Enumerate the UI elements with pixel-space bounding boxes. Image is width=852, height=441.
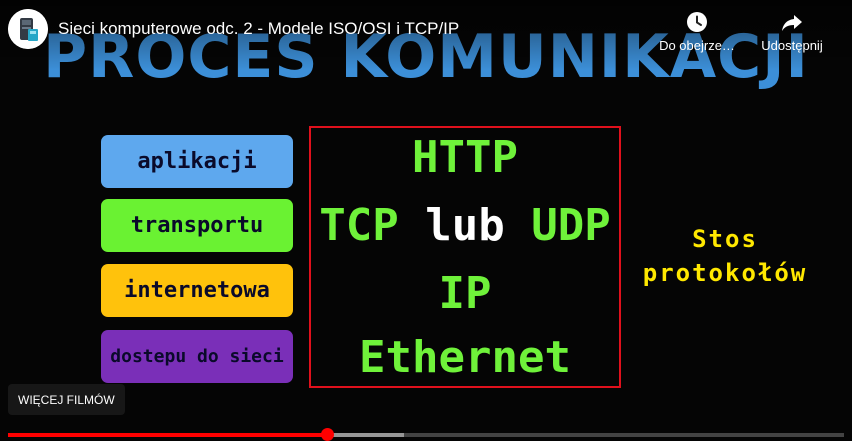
layer-application-label: aplikacji <box>137 149 257 174</box>
layer-internet-label: internetowa <box>124 278 270 303</box>
layer-transport-label: transportu <box>130 213 264 238</box>
stack-label-line1: Stos <box>692 225 758 253</box>
share-label: Udostępnij <box>761 38 823 53</box>
protocol-or: lub <box>425 200 505 251</box>
more-videos-button[interactable]: WIĘCEJ FILMÓW <box>8 384 125 415</box>
protocol-ethernet: Ethernet <box>359 332 571 383</box>
more-videos-label: WIĘCEJ FILMÓW <box>18 392 115 407</box>
watch-later-label: Do obejrze… <box>659 38 735 53</box>
watch-later-button[interactable]: Do obejrze… <box>652 10 742 53</box>
stack-label: Stos protokołów <box>640 222 810 290</box>
stack-label-line2: protokołów <box>642 259 808 287</box>
player-top-bar: Sieci komputerowe odc. 2 - Modele ISO/OS… <box>0 0 852 70</box>
channel-logo-icon <box>8 9 48 49</box>
protocol-ip: IP <box>438 268 492 319</box>
clock-icon <box>687 12 707 32</box>
protocol-tcp: TCP <box>319 200 399 251</box>
layer-internet: internetowa <box>101 264 293 317</box>
progress-played <box>8 433 328 437</box>
layer-network-access-label: dostepu do sieci <box>110 346 284 367</box>
protocol-udp: UDP <box>531 200 611 251</box>
share-arrow-icon <box>782 15 802 31</box>
protocol-http: HTTP <box>412 132 518 183</box>
layer-transport: transportu <box>101 199 293 252</box>
layer-application: aplikacji <box>101 135 293 188</box>
video-title-link[interactable]: Sieci komputerowe odc. 2 - Modele ISO/OS… <box>58 19 618 39</box>
progress-bar[interactable] <box>8 428 844 441</box>
protocol-box: HTTP TCP lub UDP IP Ethernet <box>309 126 621 388</box>
channel-avatar[interactable] <box>8 9 48 49</box>
layer-network-access: dostepu do sieci <box>101 330 293 383</box>
share-button[interactable]: Udostępnij <box>754 10 830 53</box>
protocol-transport-line: TCP lub UDP <box>311 200 619 252</box>
